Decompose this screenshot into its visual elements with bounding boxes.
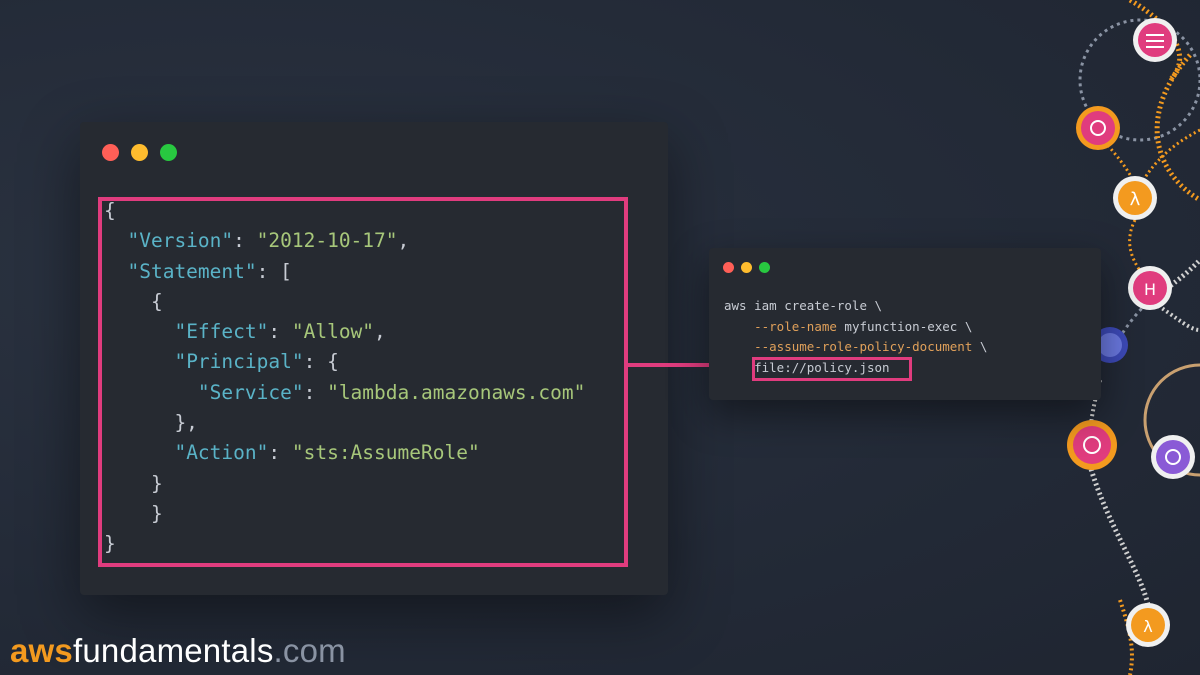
logo-domain: .com	[273, 632, 346, 669]
code-line: "Effect": "Allow",	[104, 317, 585, 347]
code-token: ,	[397, 229, 410, 253]
svg-text:H: H	[1144, 280, 1156, 299]
window-controls	[102, 144, 177, 161]
code-line: {	[104, 196, 585, 226]
terminal-line: --assume-role-policy-document \	[724, 337, 987, 358]
terminal-maximize-dot-icon	[759, 262, 770, 273]
code-token: },	[104, 411, 198, 435]
step-functions-icon: H	[1128, 266, 1172, 310]
code-token: myfunction-exec \	[836, 318, 973, 334]
code-token: }	[104, 501, 163, 525]
code-token: --assume-role-policy-document	[754, 339, 973, 354]
code-token: "2012-10-17"	[256, 229, 398, 253]
code-token: "Effect"	[174, 320, 269, 344]
terminal-minimize-dot-icon	[741, 262, 752, 273]
code-token: ,	[374, 320, 386, 344]
lambda-icon-2: λ	[1126, 603, 1170, 647]
code-token: : [	[256, 259, 292, 283]
close-dot-icon	[102, 144, 119, 161]
svg-text:λ: λ	[1143, 617, 1152, 636]
code-line: }	[104, 499, 585, 529]
code-token: }	[104, 471, 163, 495]
code-token: "Action"	[174, 441, 269, 465]
terminal-window-controls	[723, 262, 770, 273]
code-token: }	[104, 532, 116, 556]
code-token: \	[972, 339, 988, 354]
maximize-dot-icon	[160, 144, 177, 161]
code-token: "Version"	[127, 229, 234, 253]
code-token: --role-name	[754, 318, 837, 334]
code-token: "lambda.amazonaws.com"	[327, 380, 586, 404]
code-token: {	[104, 289, 163, 313]
code-token: "sts:AssumeRole"	[291, 441, 480, 465]
eventbridge-icon	[1067, 420, 1117, 470]
code-line: {	[104, 287, 585, 317]
code-token: :	[268, 320, 292, 344]
terminal-line: --role-name myfunction-exec \	[724, 317, 987, 338]
lambda-icon: λ	[1113, 176, 1157, 220]
code-line: "Action": "sts:AssumeRole"	[104, 438, 585, 468]
event-icon	[1076, 106, 1120, 150]
code-line: },	[104, 408, 585, 438]
logo-fundamentals: fundamentals	[72, 632, 274, 669]
code-token: "Allow"	[291, 320, 375, 344]
vpc-icon	[1151, 435, 1195, 479]
code-token: aws iam create-role \	[724, 298, 883, 313]
code-token: :	[303, 380, 328, 404]
code-token: : {	[303, 350, 339, 374]
code-line: "Principal": {	[104, 347, 585, 377]
policy-json-code: { "Version": "2012-10-17", "Statement": …	[104, 196, 585, 560]
api-gateway-icon	[1133, 18, 1177, 62]
code-token: "Principal"	[174, 350, 304, 374]
code-token: :	[233, 229, 257, 253]
logo-aws: aws	[10, 632, 73, 669]
code-line: }	[104, 529, 585, 559]
code-token: :	[268, 441, 292, 465]
code-token: "Service"	[197, 380, 304, 404]
code-line: }	[104, 469, 585, 499]
terminal-line: aws iam create-role \	[724, 296, 987, 317]
code-line: "Version": "2012-10-17",	[104, 226, 585, 256]
code-token: "Statement"	[127, 259, 257, 283]
code-line: "Statement": [	[104, 257, 585, 287]
code-token: {	[104, 199, 116, 222]
file-reference-highlight	[752, 357, 912, 381]
minimize-dot-icon	[131, 144, 148, 161]
terminal-close-dot-icon	[723, 262, 734, 273]
code-line: "Service": "lambda.amazonaws.com"	[104, 378, 585, 408]
svg-text:λ: λ	[1130, 189, 1141, 210]
brand-logo: awsfundamentals.com	[10, 632, 346, 670]
